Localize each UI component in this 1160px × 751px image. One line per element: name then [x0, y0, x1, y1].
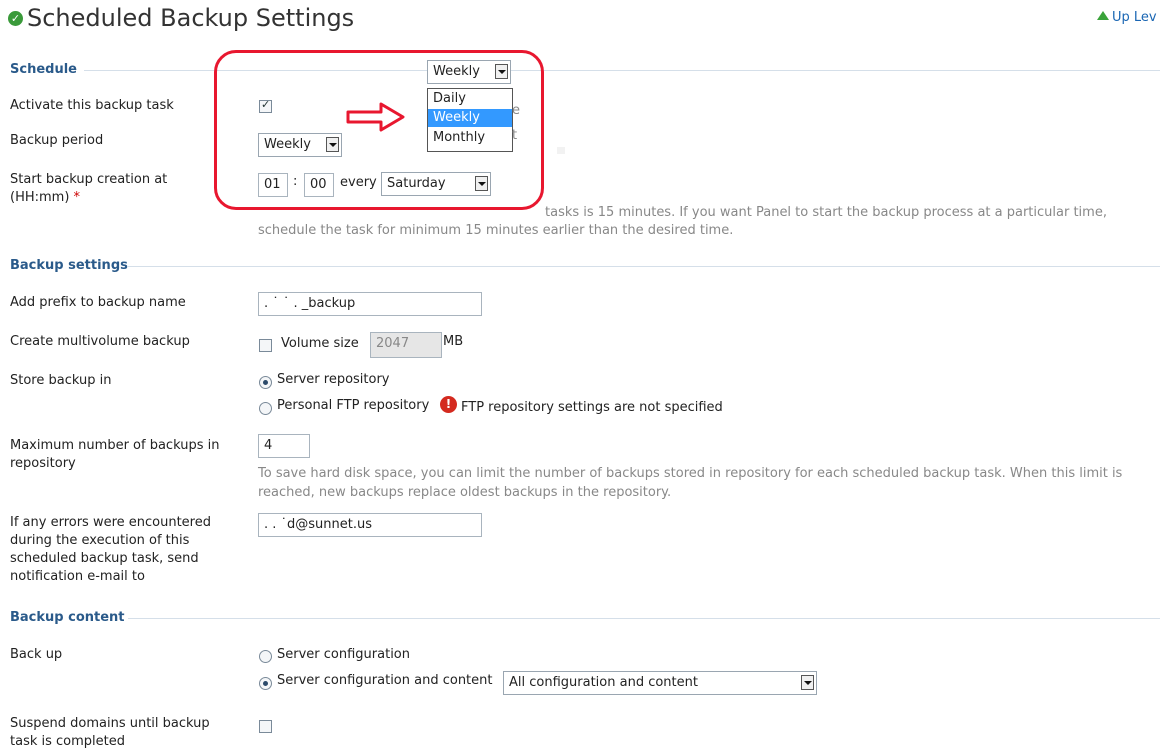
- server-configuration-label: Server configuration: [277, 647, 410, 662]
- max-backups-input[interactable]: 4: [258, 434, 310, 458]
- warning-icon: !: [440, 396, 457, 413]
- volume-size-input[interactable]: 2047: [370, 332, 442, 358]
- server-configuration-radio[interactable]: [259, 650, 272, 663]
- backup-period-label: Backup period: [10, 133, 104, 148]
- section-backup-content-title: Backup content: [10, 610, 125, 625]
- activate-label: Activate this backup task: [10, 98, 174, 113]
- schedule-hint-line1: tasks is 15 minutes. If you want Panel t…: [545, 205, 1107, 220]
- store-backup-label: Store backup in: [10, 373, 112, 388]
- chevron-down-icon: [801, 675, 814, 690]
- volume-size-label: Volume size: [281, 336, 359, 351]
- volume-unit: MB: [443, 334, 464, 349]
- backup-content-select[interactable]: All configuration and content: [503, 671, 817, 695]
- multivolume-label: Create multivolume backup: [10, 334, 190, 349]
- up-level-label: Up Lev: [1112, 10, 1157, 25]
- right-arrow-icon: [346, 102, 405, 132]
- section-schedule-title: Schedule: [10, 62, 77, 77]
- server-config-content-label: Server configuration and content: [277, 673, 493, 688]
- ftp-warning-text: FTP repository settings are not specifie…: [461, 400, 723, 415]
- required-mark: *: [73, 190, 81, 205]
- artifact-square: [557, 147, 565, 154]
- server-config-content-radio[interactable]: [259, 677, 272, 690]
- max-backups-label: Maximum number of backups in repository: [10, 438, 220, 471]
- error-email-input[interactable]: . . ˙d@sunnet.us: [258, 513, 482, 537]
- ftp-repository-label: Personal FTP repository: [277, 398, 430, 413]
- server-repository-label: Server repository: [277, 372, 390, 387]
- multivolume-checkbox[interactable]: [259, 339, 272, 352]
- schedule-hint-line2: schedule the task for minimum 15 minutes…: [258, 223, 734, 238]
- backup-content-value: All configuration and content: [509, 675, 698, 690]
- page-title: ✓ Scheduled Backup Settings: [8, 4, 354, 32]
- section-divider: [128, 266, 1160, 267]
- check-circle-icon: ✓: [8, 11, 23, 26]
- section-backup-settings-title: Backup settings: [10, 258, 128, 273]
- up-arrow-icon: [1097, 11, 1109, 20]
- up-level-link[interactable]: Up Lev: [1097, 10, 1157, 25]
- start-time-label: Start backup creation at (HH:mm) *: [10, 171, 220, 207]
- max-backups-hint: To save hard disk space, you can limit t…: [258, 466, 1123, 500]
- section-divider: [128, 618, 1160, 619]
- prefix-input[interactable]: . ˙ ˙ . _backup: [258, 292, 482, 316]
- start-time-label-text: Start backup creation at (HH:mm): [10, 172, 168, 205]
- ftp-repository-radio[interactable]: [259, 402, 272, 415]
- prefix-label: Add prefix to backup name: [10, 295, 186, 310]
- error-email-label: If any errors were encountered during th…: [10, 515, 211, 584]
- server-repository-radio[interactable]: [259, 376, 272, 389]
- backup-up-label: Back up: [10, 647, 63, 662]
- page-title-text: Scheduled Backup Settings: [27, 4, 355, 32]
- suspend-domains-checkbox[interactable]: [259, 720, 272, 733]
